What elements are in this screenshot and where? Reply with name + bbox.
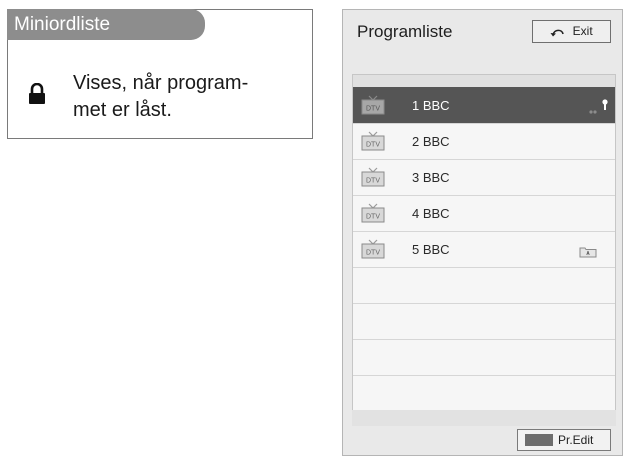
svg-text:DTV: DTV bbox=[366, 214, 380, 221]
svg-text:DTV: DTV bbox=[366, 250, 380, 257]
list-footer-strip bbox=[352, 410, 616, 426]
empty-row bbox=[353, 339, 615, 375]
channel-list: DTV 1 BBC DTV 2 BBC DTV 3 BBC DTV 4 BBC … bbox=[352, 74, 616, 411]
dtv-icon: DTV bbox=[361, 239, 385, 264]
channel-name: 5 BBC bbox=[412, 242, 450, 257]
channel-row-1[interactable]: DTV 1 BBC bbox=[353, 87, 615, 123]
description-line-1: Vises, når program- bbox=[73, 72, 249, 94]
channel-name: 4 BBC bbox=[412, 206, 450, 221]
dots-icon bbox=[589, 102, 597, 120]
dtv-icon: DTV bbox=[361, 95, 385, 120]
empty-row bbox=[353, 267, 615, 303]
mini-list-description: Vises, når program- met er låst. bbox=[73, 70, 303, 124]
mini-list-header: Miniordliste bbox=[7, 9, 205, 40]
description-line-2: met er låst. bbox=[73, 99, 172, 121]
favorite-folder-icon bbox=[579, 245, 597, 263]
dtv-icon: DTV bbox=[361, 131, 385, 156]
program-edit-button[interactable]: Pr.Edit bbox=[517, 429, 611, 451]
return-arrow-icon bbox=[550, 24, 572, 38]
color-key-icon bbox=[525, 434, 553, 446]
empty-row bbox=[353, 375, 615, 411]
channel-name: 2 BBC bbox=[412, 134, 450, 149]
program-edit-label: Pr.Edit bbox=[558, 433, 594, 447]
program-list-panel: Programliste Exit DTV 1 BBC DTV 2 BBC DT… bbox=[342, 9, 623, 456]
empty-row bbox=[353, 303, 615, 339]
channel-name: 3 BBC bbox=[412, 170, 450, 185]
svg-text:DTV: DTV bbox=[366, 178, 380, 185]
mini-list-box: Miniordliste Vises, når program- met er … bbox=[7, 9, 313, 139]
lock-icon bbox=[602, 98, 608, 116]
dtv-icon: DTV bbox=[361, 167, 385, 192]
channel-row-5[interactable]: DTV 5 BBC bbox=[353, 231, 615, 267]
channel-name: 1 BBC bbox=[412, 98, 450, 113]
channel-row-4[interactable]: DTV 4 BBC bbox=[353, 195, 615, 231]
panel-title: Programliste bbox=[357, 22, 453, 41]
channel-row-2[interactable]: DTV 2 BBC bbox=[353, 123, 615, 159]
lock-icon bbox=[28, 82, 46, 110]
channel-row-3[interactable]: DTV 3 BBC bbox=[353, 159, 615, 195]
list-top-strip bbox=[353, 75, 615, 87]
exit-button[interactable]: Exit bbox=[532, 20, 611, 43]
svg-text:DTV: DTV bbox=[366, 106, 380, 113]
svg-text:DTV: DTV bbox=[366, 142, 380, 149]
dtv-icon: DTV bbox=[361, 203, 385, 228]
exit-label: Exit bbox=[572, 24, 593, 38]
